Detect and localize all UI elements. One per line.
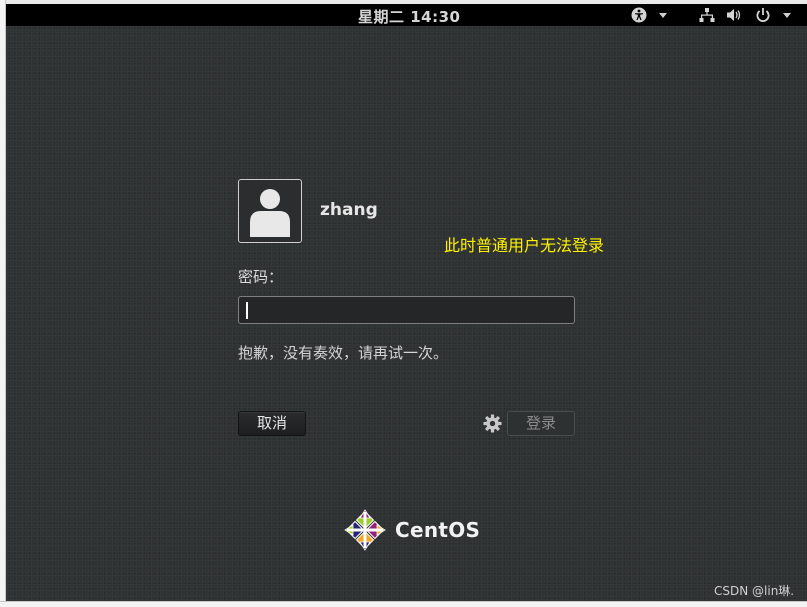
login-screen: 星期二 14:30 zhang 此时普通用户无法登录 密码： 抱歉，没有奏效，请…: [6, 4, 807, 601]
annotation-text: 此时普通用户无法登录: [444, 236, 605, 255]
password-label: 密码：: [238, 268, 284, 286]
centos-logo-text: CentOS: [395, 518, 481, 542]
cancel-button[interactable]: 取消: [238, 411, 306, 436]
power-icon[interactable]: [755, 7, 771, 23]
clock[interactable]: 星期二 14:30: [358, 6, 460, 27]
network-icon[interactable]: [699, 7, 715, 23]
accessibility-icon[interactable]: [631, 7, 647, 23]
password-input[interactable]: [238, 296, 575, 324]
login-button[interactable]: 登录: [507, 411, 575, 436]
centos-logo-icon: [344, 509, 386, 551]
user-silhouette-icon: [250, 189, 290, 237]
system-menu-arrow-icon[interactable]: [783, 13, 791, 18]
watermark: CSDN @lin琳.: [714, 584, 795, 598]
accessibility-menu-arrow-icon[interactable]: [659, 13, 667, 18]
text-cursor: [246, 302, 248, 319]
error-message: 抱歉，没有奏效，请再试一次。: [238, 344, 449, 362]
gear-icon[interactable]: [483, 414, 502, 433]
window-frame-bottom: [0, 601, 807, 607]
username-label: zhang: [320, 200, 378, 220]
user-avatar[interactable]: [238, 179, 302, 243]
top-bar: 星期二 14:30: [6, 4, 807, 26]
volume-icon[interactable]: [726, 7, 742, 23]
